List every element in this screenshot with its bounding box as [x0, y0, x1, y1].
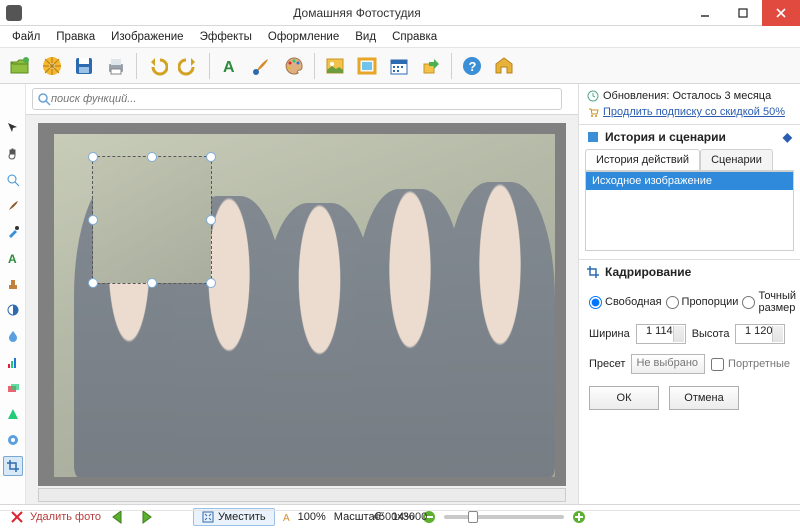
- crop-handle-tl[interactable]: [88, 152, 98, 162]
- tab-history[interactable]: История действий: [585, 149, 700, 170]
- history-title: История и сценарии: [605, 130, 726, 144]
- frame-button[interactable]: [353, 52, 381, 80]
- height-label: Высота: [692, 328, 730, 340]
- preset-select[interactable]: Не выбрано: [631, 354, 705, 374]
- layers-tool[interactable]: [3, 378, 23, 398]
- menu-effects[interactable]: Эффекты: [192, 29, 260, 45]
- radio-proportions[interactable]: Пропорции: [666, 296, 739, 309]
- home-button[interactable]: [490, 52, 518, 80]
- height-input[interactable]: 1 120: [735, 324, 785, 344]
- app-icon: [6, 5, 22, 21]
- save-button[interactable]: [70, 52, 98, 80]
- crop-handle-tm[interactable]: [147, 152, 157, 162]
- cursor-tool[interactable]: [3, 118, 23, 138]
- crop-handle-bl[interactable]: [88, 278, 98, 288]
- history-list[interactable]: Исходное изображение: [585, 171, 794, 251]
- toolbar: A ?: [0, 48, 800, 84]
- cancel-button[interactable]: Отмена: [669, 386, 739, 410]
- menu-design[interactable]: Оформление: [260, 29, 347, 45]
- brush-button[interactable]: [248, 52, 276, 80]
- photo-image[interactable]: [54, 134, 555, 477]
- clock-icon: [587, 90, 599, 102]
- radio-exact[interactable]: Точный размер: [742, 290, 796, 314]
- renew-link[interactable]: Продлить подписку со скидкой 50%: [603, 104, 785, 120]
- catalog-button[interactable]: [38, 52, 66, 80]
- close-button[interactable]: [762, 0, 800, 26]
- search-input[interactable]: [51, 93, 557, 105]
- history-item[interactable]: Исходное изображение: [586, 172, 793, 190]
- brush-tool[interactable]: [3, 196, 23, 216]
- horizontal-scrollbar[interactable]: [38, 488, 566, 502]
- history-icon: [587, 131, 599, 143]
- crop-handle-br[interactable]: [206, 278, 216, 288]
- menu-file[interactable]: Файл: [4, 29, 48, 45]
- crop-handle-mr[interactable]: [206, 215, 216, 225]
- levels-tool[interactable]: [3, 352, 23, 372]
- portrait-checkbox[interactable]: Портретные: [711, 358, 790, 371]
- text-tool-button[interactable]: A: [216, 52, 244, 80]
- updates-text: Обновления: Осталось 3 месяца: [603, 88, 771, 104]
- right-panel: Обновления: Осталось 3 месяца Продлить п…: [578, 84, 800, 504]
- width-label: Ширина: [589, 328, 630, 340]
- svg-text:A: A: [223, 59, 235, 76]
- blur-tool[interactable]: [3, 326, 23, 346]
- crop-title: Кадрирование: [605, 265, 691, 279]
- crop-icon: [587, 266, 599, 278]
- collapse-icon[interactable]: ◆: [783, 130, 792, 144]
- text-tool[interactable]: A: [3, 248, 23, 268]
- crop-tool[interactable]: [3, 456, 23, 476]
- open-button[interactable]: [6, 52, 34, 80]
- window-title: Домашняя Фотостудия: [28, 6, 686, 20]
- stamp-tool[interactable]: [3, 274, 23, 294]
- hand-tool[interactable]: [3, 144, 23, 164]
- print-button[interactable]: [102, 52, 130, 80]
- cart-icon: [587, 106, 599, 118]
- preset-label: Пресет: [589, 358, 625, 370]
- menu-edit[interactable]: Правка: [48, 29, 103, 45]
- crop-handle-ml[interactable]: [88, 215, 98, 225]
- crop-handle-tr[interactable]: [206, 152, 216, 162]
- minimize-button[interactable]: [686, 0, 724, 26]
- svg-text:A: A: [8, 252, 17, 265]
- menu-view[interactable]: Вид: [347, 29, 384, 45]
- eyedropper-tool[interactable]: [3, 222, 23, 242]
- crop-selection[interactable]: [92, 156, 212, 284]
- left-toolbar: A: [0, 84, 26, 504]
- menu-bar: Файл Правка Изображение Эффекты Оформлен…: [0, 26, 800, 48]
- canvas-area[interactable]: [26, 114, 578, 504]
- ok-button[interactable]: ОК: [589, 386, 659, 410]
- undo-button[interactable]: [143, 52, 171, 80]
- palette-button[interactable]: [280, 52, 308, 80]
- redo-button[interactable]: [175, 52, 203, 80]
- help-button[interactable]: ?: [458, 52, 486, 80]
- clone-tool[interactable]: [3, 430, 23, 450]
- maximize-button[interactable]: [724, 0, 762, 26]
- width-input[interactable]: 1 114: [636, 324, 686, 344]
- export-button[interactable]: [417, 52, 445, 80]
- contrast-tool[interactable]: [3, 300, 23, 320]
- image-dimensions: 4500x3000: [0, 510, 800, 527]
- tab-scenarios[interactable]: Сценарии: [700, 149, 773, 170]
- search-icon: [37, 92, 51, 106]
- crop-handle-bm[interactable]: [147, 278, 157, 288]
- radio-free[interactable]: Свободная: [589, 296, 662, 309]
- zoom-tool[interactable]: [3, 170, 23, 190]
- menu-help[interactable]: Справка: [384, 29, 445, 45]
- menu-image[interactable]: Изображение: [103, 29, 191, 45]
- image-button[interactable]: [321, 52, 349, 80]
- calendar-button[interactable]: [385, 52, 413, 80]
- svg-text:?: ?: [469, 59, 477, 74]
- shapes-tool[interactable]: [3, 404, 23, 424]
